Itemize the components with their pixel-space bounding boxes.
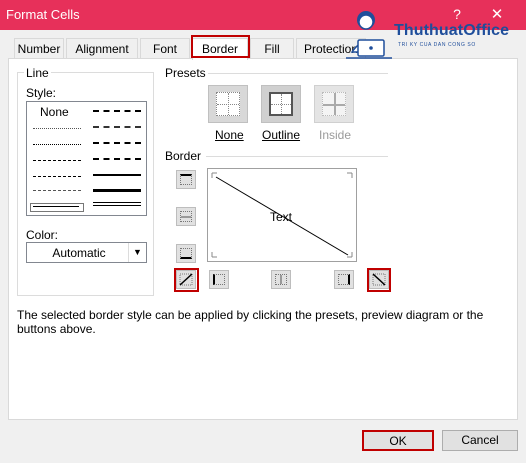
line-style-dash-dot[interactable]	[33, 176, 81, 177]
color-dropdown-value: Automatic	[52, 246, 106, 260]
border-left-button[interactable]	[209, 270, 229, 289]
preset-inside-button[interactable]	[314, 85, 354, 123]
diagonal-down-highlight	[367, 268, 391, 292]
line-style-dotted[interactable]	[33, 144, 81, 145]
style-label: Style:	[26, 86, 57, 100]
line-style-thin[interactable]	[33, 206, 79, 207]
border-top-button[interactable]	[176, 170, 196, 189]
border-inside-horizontal-button[interactable]	[176, 207, 196, 226]
border-bottom-icon	[180, 248, 192, 259]
ok-button[interactable]: OK	[362, 430, 434, 451]
border-left-icon	[213, 274, 225, 285]
line-style-slanted-dash-dot[interactable]	[93, 126, 141, 128]
line-style-dash-dot-dot[interactable]	[33, 160, 81, 161]
chevron-down-icon[interactable]: ▼	[128, 243, 146, 262]
preset-outline-icon	[269, 92, 293, 116]
preset-none-label[interactable]: None	[215, 128, 244, 142]
border-tab-highlight	[191, 35, 250, 58]
preset-inside-label: Inside	[319, 128, 352, 142]
border-bottom-button[interactable]	[176, 244, 196, 263]
line-style-medium-dashed[interactable]	[93, 158, 141, 160]
line-group-title: Line	[24, 66, 51, 80]
color-label: Color:	[26, 228, 59, 242]
preset-none-icon	[216, 92, 240, 116]
line-style-dashed[interactable]	[33, 190, 81, 191]
line-style-double[interactable]	[93, 202, 141, 206]
line-style-thin-selected[interactable]	[30, 203, 84, 212]
line-style-list[interactable]: None	[26, 101, 147, 216]
border-right-icon	[338, 274, 350, 285]
presets-separator	[208, 73, 388, 74]
border-preview[interactable]: Text	[207, 168, 357, 262]
preset-outline-button[interactable]	[261, 85, 301, 123]
cancel-button[interactable]: Cancel	[442, 430, 518, 451]
preset-outline-label[interactable]: Outline	[262, 128, 300, 142]
line-style-none[interactable]: None	[40, 105, 69, 119]
line-style-medium[interactable]	[93, 174, 141, 176]
window-title: Format Cells	[6, 7, 80, 22]
diagonal-up-highlight	[174, 268, 199, 292]
description-text: The selected border style can be applied…	[17, 308, 484, 336]
tab-alignment[interactable]: Alignment	[66, 38, 138, 59]
line-style-thick[interactable]	[93, 189, 141, 192]
tab-font[interactable]: Font	[140, 38, 190, 59]
watermark-brand: ThuthuatOffice	[394, 22, 510, 39]
border-inside-vertical-button[interactable]	[271, 270, 291, 289]
color-dropdown[interactable]: Automatic ▼	[26, 242, 147, 263]
line-style-medium-dash-dot[interactable]	[93, 142, 141, 144]
border-right-button[interactable]	[334, 270, 354, 289]
border-inside-horizontal-icon	[180, 211, 192, 222]
presets-title: Presets	[165, 66, 206, 80]
border-separator	[206, 156, 388, 157]
preview-text: Text	[270, 210, 293, 224]
watermark-tagline: TRI KY CUA DAN CONG SO	[398, 42, 476, 48]
tab-fill[interactable]: Fill	[250, 38, 294, 59]
preset-inside-icon	[322, 92, 346, 116]
border-title: Border	[165, 149, 202, 163]
line-style-medium-dash-dot-dot[interactable]	[93, 110, 141, 112]
line-style-hair[interactable]	[33, 128, 81, 129]
preset-none-button[interactable]	[208, 85, 248, 123]
border-top-icon	[180, 174, 192, 185]
tab-number[interactable]: Number	[14, 38, 64, 59]
border-inside-vertical-icon	[275, 274, 287, 285]
